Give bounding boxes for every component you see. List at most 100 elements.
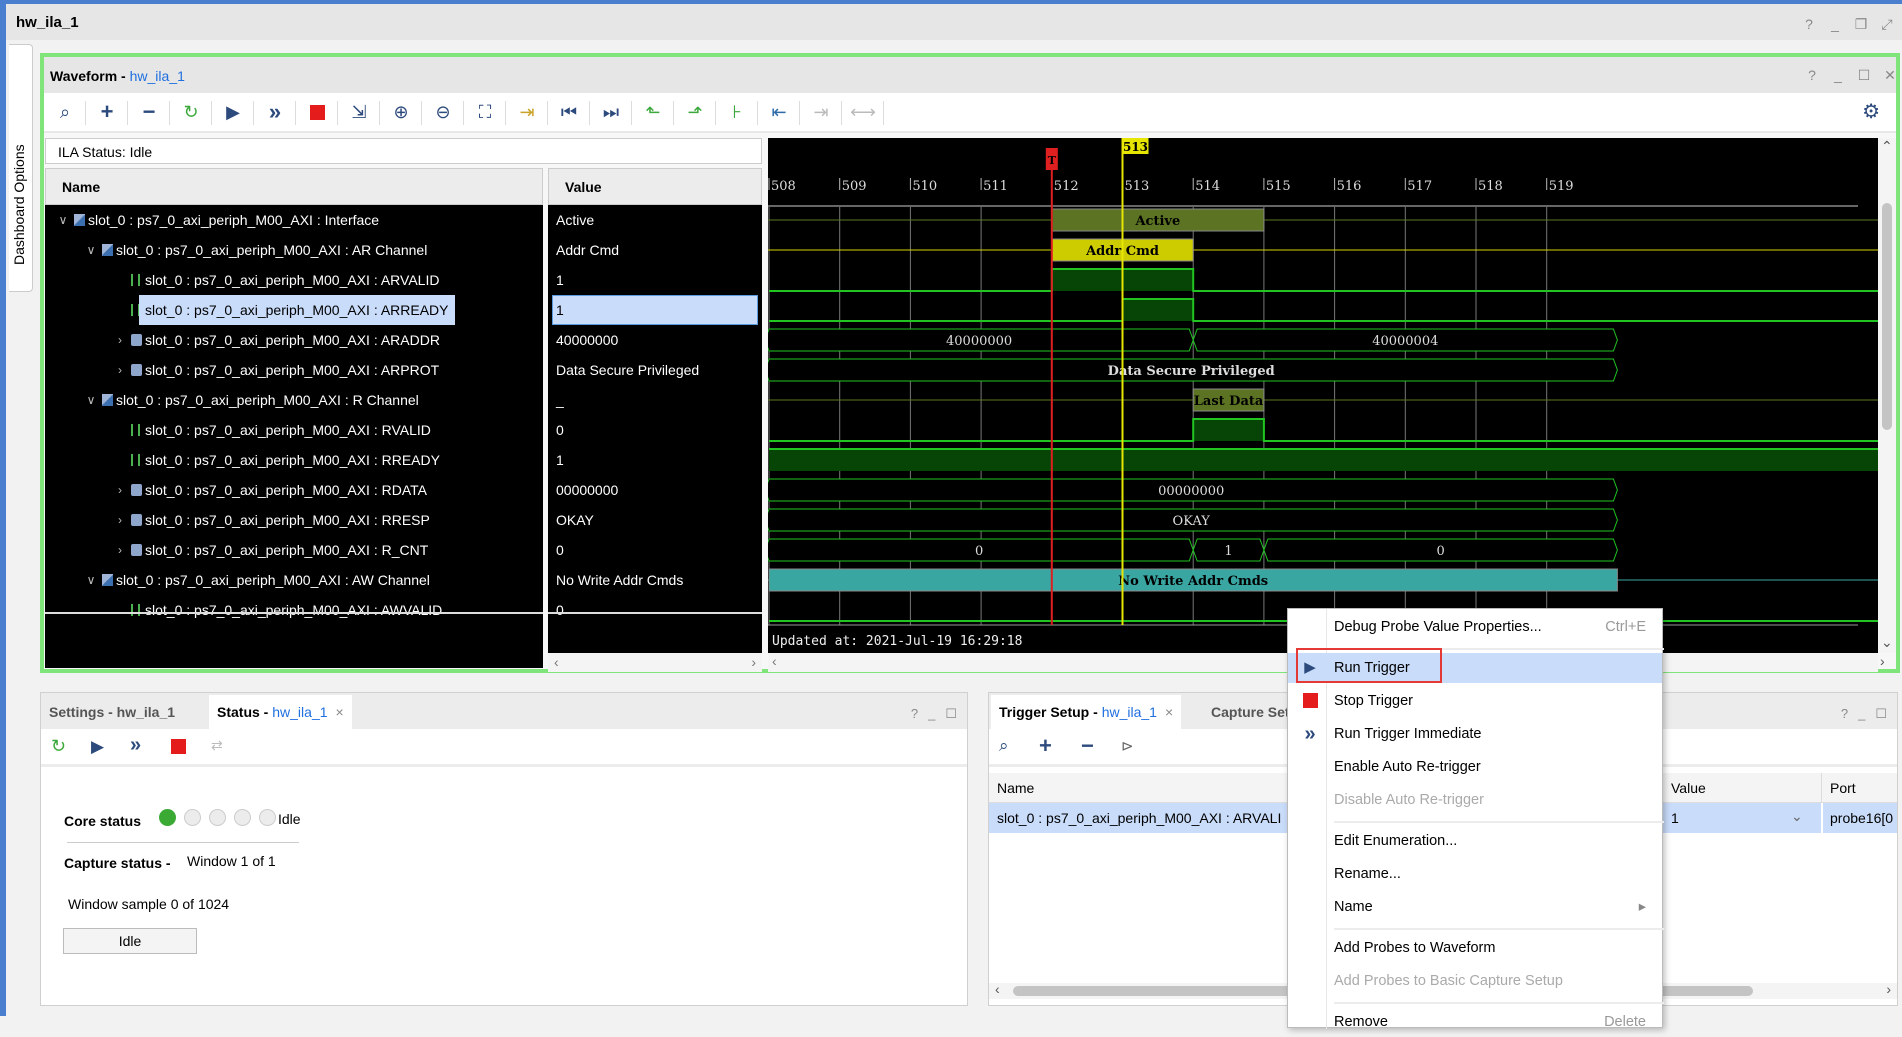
probe-row[interactable]: slot_0 : ps7_0_axi_periph_M00_AXI : RREA…	[45, 445, 543, 475]
menu-item-enable-auto-re-trigger[interactable]: Enable Auto Re-trigger	[1288, 752, 1662, 782]
help-icon[interactable]: ?	[1804, 67, 1820, 84]
restore-icon[interactable]: ❐	[1853, 16, 1869, 33]
menu-item-add-probes-to-waveform[interactable]: Add Probes to Waveform	[1288, 933, 1662, 963]
scroll-up-icon[interactable]: ⌃	[1881, 138, 1893, 155]
probe-value[interactable]: 0	[548, 535, 762, 565]
probe-row[interactable]: › slot_0 : ps7_0_axi_periph_M00_AXI : R_C…	[45, 535, 543, 565]
play-icon[interactable]: ▶	[91, 737, 104, 757]
dashboard-options-tab[interactable]: Dashboard Options	[9, 44, 33, 292]
help-icon[interactable]: ?	[1841, 706, 1848, 722]
next-marker-button[interactable]: ⇥	[800, 93, 842, 131]
minimize-icon[interactable]: _	[1827, 16, 1843, 33]
probe-row[interactable]: ∨ slot_0 : ps7_0_axi_periph_M00_AXI : R C…	[45, 385, 543, 415]
trigger-name-header[interactable]: Name	[997, 780, 1034, 796]
close-tab-icon[interactable]: ×	[336, 704, 344, 720]
probe-row[interactable]: › slot_0 : ps7_0_axi_periph_M00_AXI : ARP…	[45, 355, 543, 385]
probe-row[interactable]: slot_0 : ps7_0_axi_periph_M00_AXI : RVAL…	[45, 415, 543, 445]
maximize-icon[interactable]: ⤢	[1879, 16, 1895, 33]
probe-value[interactable]: 1	[552, 295, 758, 325]
probe-row[interactable]: slot_0 : ps7_0_axi_periph_M00_AXI : ARVA…	[45, 265, 543, 295]
tab-status-link[interactable]: hw_ila_1	[272, 704, 327, 720]
menu-item-stop-trigger[interactable]: Stop Trigger	[1288, 686, 1662, 716]
help-icon[interactable]: ?	[911, 706, 918, 722]
tab-trigger-link[interactable]: hw_ila_1	[1102, 704, 1157, 720]
stop-trigger-button[interactable]	[296, 93, 338, 131]
auto-retrigger-icon[interactable]: ↻	[51, 736, 66, 757]
run-trigger-button[interactable]: ▶	[212, 93, 254, 131]
chevron-right-icon[interactable]: ›	[114, 325, 126, 355]
help-icon[interactable]: ?	[1801, 16, 1817, 33]
chevron-right-icon[interactable]: ›	[114, 505, 126, 535]
run-trigger-immediate-button[interactable]: »	[254, 93, 296, 131]
probe-value[interactable]: _	[548, 385, 762, 415]
auto-retrigger-button[interactable]: ↻	[170, 93, 212, 131]
add-button[interactable]: +	[86, 93, 128, 131]
stop-icon[interactable]	[171, 739, 186, 754]
previous-marker-button[interactable]: ⇤	[758, 93, 800, 131]
trigger-port-header[interactable]: Port	[1830, 780, 1856, 796]
tab-settings[interactable]: Settings - hw_ila_1	[41, 695, 183, 729]
menu-item-name[interactable]: Name ▸	[1288, 892, 1662, 922]
value-horizontal-scrollbar[interactable]: ‹ ›	[548, 653, 762, 672]
logic-gate-icon[interactable]: ⊳	[1121, 737, 1134, 755]
remove-button[interactable]: −	[128, 93, 170, 131]
menu-item-debug-probe-value-properties[interactable]: Debug Probe Value Properties... Ctrl+E	[1288, 612, 1662, 642]
menu-item-edit-enumeration[interactable]: Edit Enumeration...	[1288, 826, 1662, 856]
tab-trigger-setup[interactable]: Trigger Setup - hw_ila_1 ×	[991, 695, 1182, 729]
menu-item-remove[interactable]: Remove Delete	[1288, 1007, 1662, 1037]
scroll-right-icon[interactable]: ›	[1886, 981, 1891, 997]
swap-icon[interactable]: ⇄	[211, 737, 223, 754]
chevron-down-icon[interactable]: ∨	[85, 565, 97, 595]
maximize-icon[interactable]: ☐	[945, 706, 957, 722]
probe-row[interactable]: › slot_0 : ps7_0_axi_periph_M00_AXI : RRE…	[45, 505, 543, 535]
tab-status[interactable]: Status - hw_ila_1 ×	[209, 695, 352, 729]
probe-value[interactable]: 00000000	[548, 475, 762, 505]
go-to-last-time-button[interactable]: ⏭	[590, 93, 632, 131]
waveform-canvas[interactable]: 508 509 510 511 512 513 514 515 516 517 518 519 Acti…	[768, 138, 1878, 653]
chevron-right-icon[interactable]: ›	[114, 475, 126, 505]
scroll-left-icon[interactable]: ‹	[554, 654, 559, 670]
name-column-header[interactable]: Name	[45, 168, 543, 205]
chevron-down-icon[interactable]: ∨	[85, 385, 97, 415]
minus-icon[interactable]: −	[1081, 733, 1094, 759]
zoom-fit-button[interactable]: ⛶	[464, 93, 506, 131]
run-immediate-icon[interactable]: »	[130, 734, 141, 757]
probe-value[interactable]: No Write Addr Cmds	[548, 565, 762, 595]
waveform-vertical-scrollbar[interactable]: ⌃ ⌄	[1878, 138, 1896, 653]
go-to-time-zero-button[interactable]: ⏮	[548, 93, 590, 131]
probe-value[interactable]: 1	[548, 265, 762, 295]
swap-cursors-button[interactable]: ⟷	[842, 93, 884, 131]
scroll-left-icon[interactable]: ‹	[772, 653, 777, 669]
settings-gear-icon[interactable]: ⚙	[1862, 99, 1880, 124]
chevron-down-icon[interactable]: ⌄	[1791, 808, 1803, 825]
zoom-out-button[interactable]: ⊖	[422, 93, 464, 131]
maximize-icon[interactable]: ☐	[1856, 67, 1872, 84]
previous-transition-button[interactable]: ⬑	[632, 93, 674, 131]
trigger-value-header[interactable]: Value	[1671, 780, 1706, 796]
export-button[interactable]: ⇲	[338, 93, 380, 131]
probe-row[interactable]: › slot_0 : ps7_0_axi_periph_M00_AXI : ARA…	[45, 325, 543, 355]
trigger-row-value[interactable]: 1	[1671, 810, 1679, 826]
close-tab-icon[interactable]: ×	[1165, 704, 1173, 720]
probe-row[interactable]: ∨ slot_0 : ps7_0_axi_periph_M00_AXI : Int…	[45, 205, 543, 235]
probe-row[interactable]: ∨ slot_0 : ps7_0_axi_periph_M00_AXI : AW …	[45, 565, 543, 595]
chevron-down-icon[interactable]: ∨	[57, 205, 69, 235]
go-to-cursor-button[interactable]: ⇥	[506, 93, 548, 131]
probe-value[interactable]: Active	[548, 205, 762, 235]
minimize-icon[interactable]: _	[1830, 67, 1846, 84]
probe-row[interactable]: slot_0 : ps7_0_axi_periph_M00_AXI : AWVA…	[45, 595, 543, 625]
close-icon[interactable]: ✕	[1882, 67, 1898, 84]
probe-row[interactable]: ∨ slot_0 : ps7_0_axi_periph_M00_AXI : AR …	[45, 235, 543, 265]
waveform-link[interactable]: hw_ila_1	[130, 68, 185, 84]
scroll-right-icon[interactable]: ›	[751, 654, 756, 670]
menu-item-run-trigger-immediate[interactable]: » Run Trigger Immediate	[1288, 719, 1662, 749]
probe-row[interactable]: › slot_0 : ps7_0_axi_periph_M00_AXI : RDA…	[45, 475, 543, 505]
scroll-down-icon[interactable]: ⌄	[1881, 634, 1893, 651]
add-marker-button[interactable]: ⊦	[716, 93, 758, 131]
menu-item-rename[interactable]: Rename...	[1288, 859, 1662, 889]
chevron-right-icon[interactable]: ›	[114, 535, 126, 565]
zoom-in-button[interactable]: ⊕	[380, 93, 422, 131]
probe-value[interactable]: 0	[548, 415, 762, 445]
probe-value[interactable]: 0	[548, 595, 762, 625]
probe-value[interactable]: 1	[548, 445, 762, 475]
